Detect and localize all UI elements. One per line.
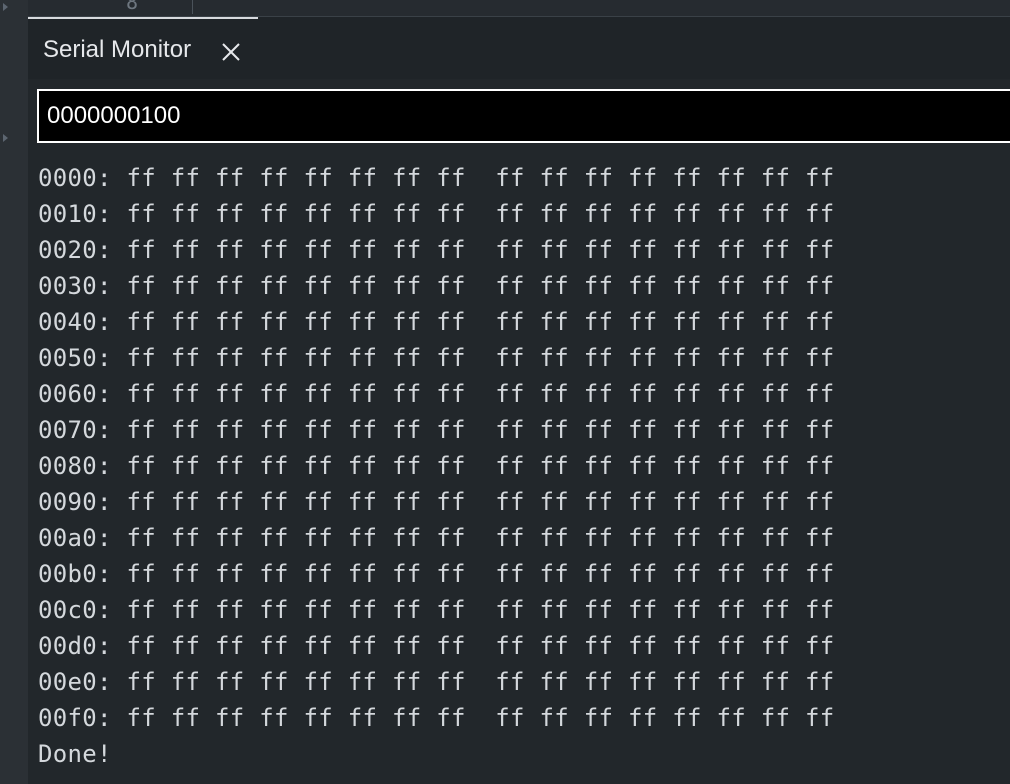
output-line: 0060: ff ff ff ff ff ff ff ff ff ff ff f… <box>38 380 835 408</box>
output-line: 00b0: ff ff ff ff ff ff ff ff ff ff ff f… <box>38 560 835 588</box>
tab-label: Serial Monitor <box>43 36 192 63</box>
output-line: 00e0: ff ff ff ff ff ff ff ff ff ff ff f… <box>38 668 835 696</box>
left-gutter <box>0 0 28 784</box>
editor-divider-line <box>192 0 193 14</box>
output-line: 0040: ff ff ff ff ff ff ff ff ff ff ff f… <box>38 308 835 336</box>
app-window: 8 Serial Monitor 0000: ff ff ff ff ff ff… <box>0 0 1010 784</box>
output-line: 0050: ff ff ff ff ff ff ff ff ff ff ff f… <box>38 344 835 372</box>
output-line: 0010: ff ff ff ff ff ff ff ff ff ff ff f… <box>38 200 835 228</box>
serial-input[interactable] <box>39 91 1010 141</box>
chevron-right-icon[interactable] <box>3 3 8 11</box>
output-line: 0090: ff ff ff ff ff ff ff ff ff ff ff f… <box>38 488 835 516</box>
output-line: 00d0: ff ff ff ff ff ff ff ff ff ff ff f… <box>38 632 835 660</box>
chevron-right-icon[interactable] <box>3 134 8 142</box>
output-line: 0000: ff ff ff ff ff ff ff ff ff ff ff f… <box>38 164 835 192</box>
serial-input-box[interactable] <box>37 89 1010 143</box>
editor-line-number: 8 <box>126 0 139 14</box>
output-line: 00c0: ff ff ff ff ff ff ff ff ff ff ff f… <box>38 596 835 624</box>
panel-tab-bar: Serial Monitor <box>28 17 1010 79</box>
output-line: Done! <box>38 740 112 768</box>
output-line: 0020: ff ff ff ff ff ff ff ff ff ff ff f… <box>38 236 835 264</box>
tab-serial-monitor[interactable]: Serial Monitor <box>28 17 258 79</box>
serial-output: 0000: ff ff ff ff ff ff ff ff ff ff ff f… <box>38 160 998 772</box>
editor-area[interactable]: 8 <box>28 0 1010 16</box>
output-line: 0080: ff ff ff ff ff ff ff ff ff ff ff f… <box>38 452 835 480</box>
close-icon[interactable] <box>220 41 242 63</box>
serial-monitor-panel: 0000: ff ff ff ff ff ff ff ff ff ff ff f… <box>28 79 1010 784</box>
output-line: 00f0: ff ff ff ff ff ff ff ff ff ff ff f… <box>38 704 835 732</box>
output-line: 00a0: ff ff ff ff ff ff ff ff ff ff ff f… <box>38 524 835 552</box>
output-line: 0070: ff ff ff ff ff ff ff ff ff ff ff f… <box>38 416 835 444</box>
output-line: 0030: ff ff ff ff ff ff ff ff ff ff ff f… <box>38 272 835 300</box>
